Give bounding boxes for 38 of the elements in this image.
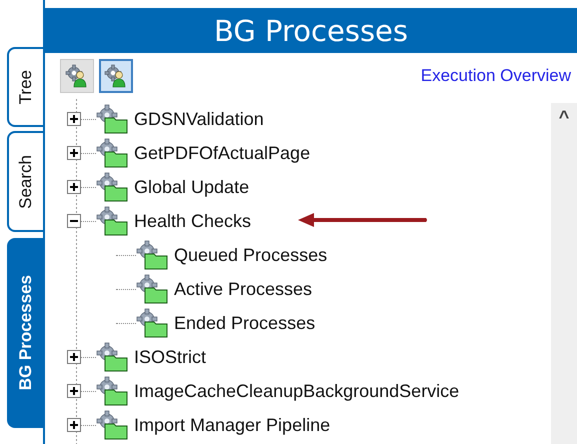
tree-item[interactable]: Health Checks: [134, 210, 252, 232]
gear-folder-icon: [96, 376, 128, 406]
gear-folder-icon: [96, 206, 128, 236]
expander-toggle[interactable]: [67, 214, 81, 228]
gear-folder-icon: [96, 410, 128, 440]
scrollbar[interactable]: ^: [551, 103, 577, 444]
tree-item[interactable]: Import Manager Pipeline: [134, 414, 330, 436]
side-tab[interactable]: Search: [7, 131, 43, 232]
tree-item[interactable]: Ended Processes: [174, 312, 316, 334]
expander-toggle[interactable]: [67, 180, 81, 194]
gear-person-icon: [65, 64, 89, 88]
tree-item[interactable]: Global Update: [134, 176, 250, 198]
tree-item[interactable]: Queued Processes: [174, 244, 328, 266]
execution-overview-link[interactable]: Execution Overview: [420, 66, 571, 86]
panel-title: BG Processes: [214, 14, 408, 48]
expander-toggle[interactable]: [67, 418, 81, 432]
tree-item[interactable]: ImageCacheCleanupBackgroundService: [134, 380, 460, 402]
tree-item[interactable]: GetPDFOfActualPage: [134, 142, 310, 164]
gear-person-icon: [104, 64, 128, 88]
tree-item[interactable]: GDSNValidation: [134, 108, 264, 130]
tree-item[interactable]: Active Processes: [174, 278, 312, 300]
tree-item[interactable]: ISOStrict: [134, 346, 206, 368]
gear-folder-icon: [96, 342, 128, 372]
expander-toggle[interactable]: [67, 350, 81, 364]
gear-folder-icon: [136, 240, 168, 270]
side-tab[interactable]: BG Processes: [7, 238, 43, 428]
gear-folder-icon: [136, 308, 168, 338]
gear-folder-icon: [96, 172, 128, 202]
scroll-up-arrow[interactable]: ^: [558, 107, 570, 128]
expander-toggle[interactable]: [67, 146, 81, 160]
toolbar-button[interactable]: [99, 59, 133, 93]
expander-toggle[interactable]: [67, 384, 81, 398]
expander-toggle[interactable]: [67, 112, 81, 126]
gear-folder-icon: [136, 274, 168, 304]
toolbar-button[interactable]: [60, 59, 94, 93]
side-tab[interactable]: Tree: [7, 47, 43, 127]
gear-folder-icon: [96, 104, 128, 134]
gear-folder-icon: [96, 138, 128, 168]
